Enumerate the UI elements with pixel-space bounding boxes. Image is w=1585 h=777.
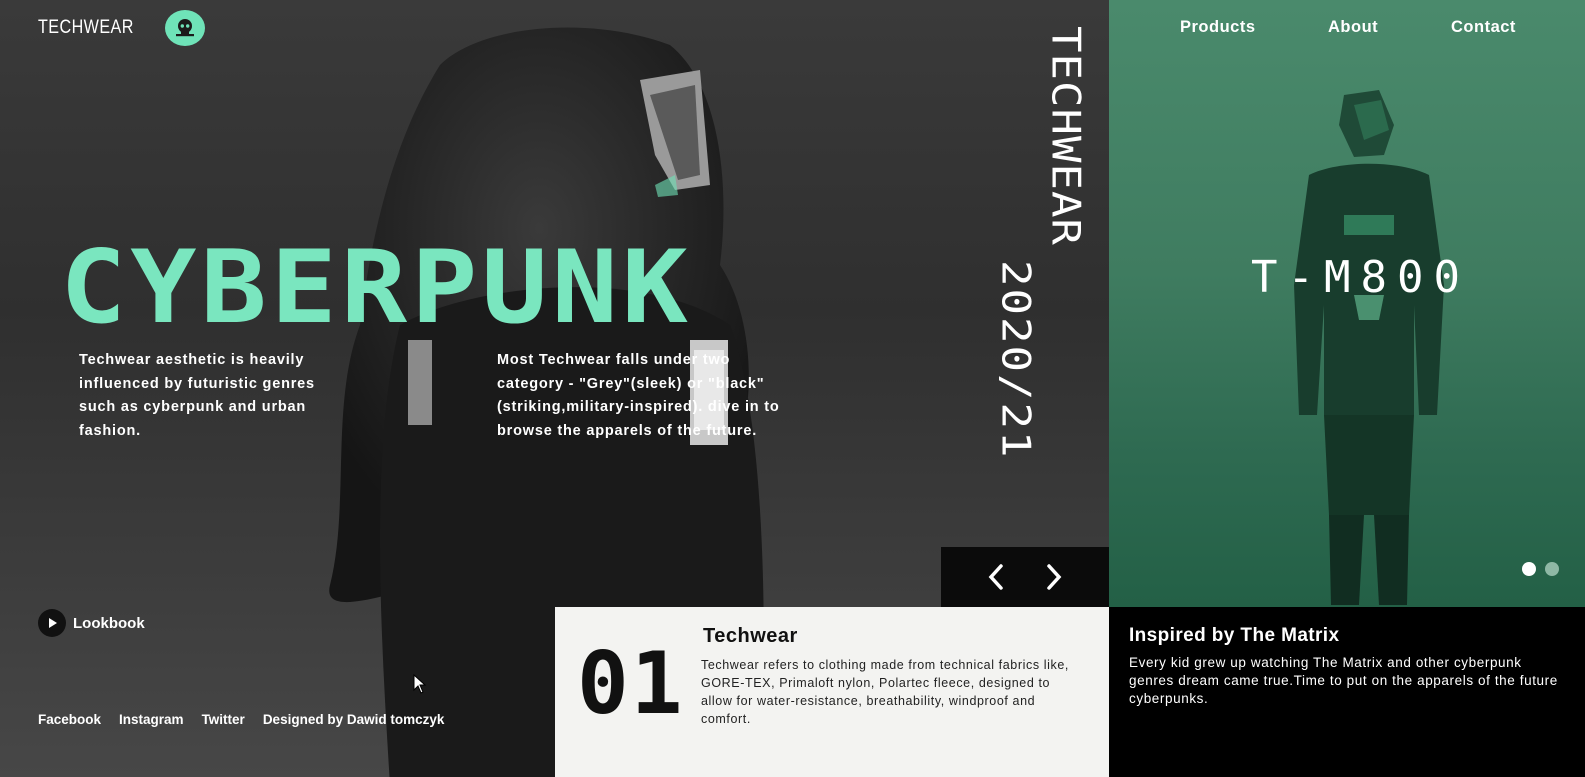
- hero-section: TECHWEAR CYBERPUNK Techwear aesthetic is…: [0, 0, 1109, 777]
- carousel-dot[interactable]: [1545, 562, 1559, 576]
- right-panel-text: Every kid grew up watching The Matrix an…: [1129, 655, 1558, 706]
- lookbook-label[interactable]: Lookbook: [73, 615, 145, 632]
- footer-link-twitter[interactable]: Twitter: [202, 712, 245, 727]
- mouse-cursor-icon: [413, 674, 427, 694]
- info-card: 01 Techwear Techwear refers to clothing …: [555, 607, 1109, 777]
- info-card-title: Techwear: [703, 625, 798, 647]
- carousel-dots: [1522, 562, 1559, 576]
- featured-product-image: Products About Contact T-M800: [1109, 0, 1585, 607]
- nav-about[interactable]: About: [1328, 18, 1378, 37]
- nav-products[interactable]: Products: [1180, 18, 1256, 37]
- model-name: T-M800: [1251, 252, 1470, 303]
- vertical-title: TECHWEAR: [1042, 26, 1089, 246]
- nav-contact[interactable]: Contact: [1451, 18, 1516, 37]
- right-panel-title: Inspired by The Matrix: [1129, 625, 1340, 646]
- footer-link-facebook[interactable]: Facebook: [38, 712, 101, 727]
- footer-designer-credit[interactable]: Designed by Dawid tomczyk: [263, 712, 445, 727]
- slider-arrows: [941, 547, 1109, 607]
- play-icon[interactable]: [38, 609, 66, 637]
- hero-headline: CYBERPUNK: [60, 228, 693, 346]
- hero-paragraph-2: Most Techwear falls under two category -…: [497, 352, 780, 439]
- footer-links: Facebook Instagram Twitter Designed by D…: [38, 712, 444, 727]
- hero-paragraph-1: Techwear aesthetic is heavily influenced…: [79, 352, 315, 439]
- info-card-number: 01: [577, 634, 685, 734]
- right-panel: Products About Contact T-M800 Inspired b…: [1109, 0, 1585, 777]
- brand[interactable]: TECHWEAR: [38, 10, 205, 46]
- carousel-dot-active[interactable]: [1522, 562, 1536, 576]
- skull-icon[interactable]: [164, 10, 205, 46]
- brand-name[interactable]: TECHWEAR: [38, 17, 134, 39]
- footer-link-instagram[interactable]: Instagram: [119, 712, 184, 727]
- green-figure-image: [1294, 90, 1444, 605]
- vertical-season: 2020/21: [992, 260, 1039, 460]
- chevron-left-icon[interactable]: [982, 563, 1010, 591]
- info-card-text: Techwear refers to clothing made from te…: [701, 658, 1069, 726]
- lookbook-button[interactable]: Lookbook: [38, 609, 145, 637]
- chevron-right-icon[interactable]: [1040, 563, 1068, 591]
